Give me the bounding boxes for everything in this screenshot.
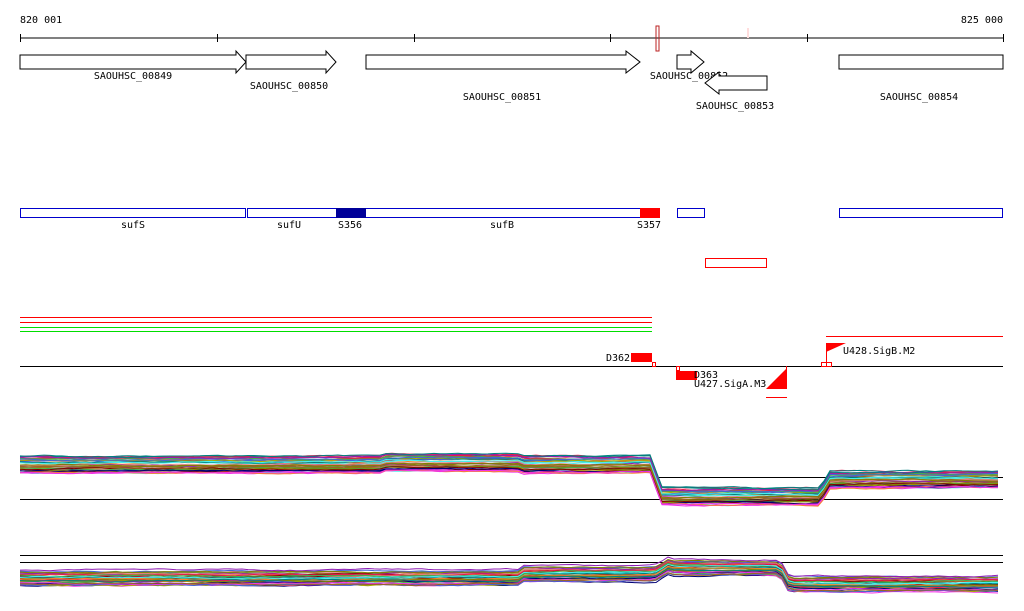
annotation-track: sufS sufU S356 sufB S357 bbox=[20, 208, 1003, 268]
annotation-S356[interactable] bbox=[336, 208, 366, 218]
feature-track: D362 D363 U427.SigA.M3 U428.SigB.M2 bbox=[20, 336, 1003, 398]
annotation-label: S357 bbox=[637, 220, 661, 231]
annotation-box[interactable] bbox=[677, 208, 705, 218]
red-region-box[interactable] bbox=[705, 258, 767, 268]
annotation-sufU-sufB[interactable] bbox=[247, 208, 641, 218]
annotation-S357[interactable] bbox=[640, 208, 660, 218]
gene-track: SAOUHSC_00849 SAOUHSC_00850 SAOUHSC_0085… bbox=[19, 49, 1004, 112]
ruler-end-label: 825 000 bbox=[961, 15, 1003, 26]
feature-U428-SigB-M2[interactable]: U428.SigB.M2 bbox=[821, 343, 916, 367]
expression-panel-1 bbox=[19, 452, 1003, 507]
gene-label: SAOUHSC_00854 bbox=[880, 92, 958, 103]
gene-SAOUHSC_00851[interactable]: SAOUHSC_00851 bbox=[365, 49, 641, 103]
annotation-box[interactable] bbox=[839, 208, 1003, 218]
gene-label: SAOUHSC_00849 bbox=[94, 71, 172, 82]
feature-label: U428.SigB.M2 bbox=[843, 346, 915, 357]
annotation-label: sufS bbox=[121, 220, 145, 231]
annotation-label: sufU bbox=[277, 220, 301, 231]
annotation-label: sufB bbox=[490, 220, 514, 231]
gene-SAOUHSC_00854[interactable]: SAOUHSC_00854 bbox=[838, 54, 1004, 103]
gene-label: SAOUHSC_00851 bbox=[463, 92, 541, 103]
feature-D362[interactable]: D362 bbox=[606, 353, 656, 367]
annotation-label: S356 bbox=[338, 220, 362, 231]
segment-lines bbox=[20, 317, 652, 332]
feature-label: D362 bbox=[606, 353, 630, 364]
expression-panel-2 bbox=[19, 555, 1003, 594]
gene-label: SAOUHSC_00853 bbox=[696, 101, 774, 112]
coordinate-ruler: 820 001 825 000 bbox=[20, 15, 1004, 52]
secondary-marker bbox=[747, 28, 749, 38]
gene-SAOUHSC_00849[interactable]: SAOUHSC_00849 bbox=[19, 49, 247, 82]
ruler-start-label: 820 001 bbox=[20, 15, 62, 26]
feature-label: U427.SigA.M3 bbox=[694, 379, 766, 390]
annotation-sufS[interactable] bbox=[20, 208, 246, 218]
gene-label: SAOUHSC_00850 bbox=[250, 81, 328, 92]
gene-SAOUHSC_00850[interactable]: SAOUHSC_00850 bbox=[245, 49, 337, 92]
genome-browser: 820 001 825 000 SAOUHSC_00849 SAOUHSC_00… bbox=[19, 15, 1004, 594]
